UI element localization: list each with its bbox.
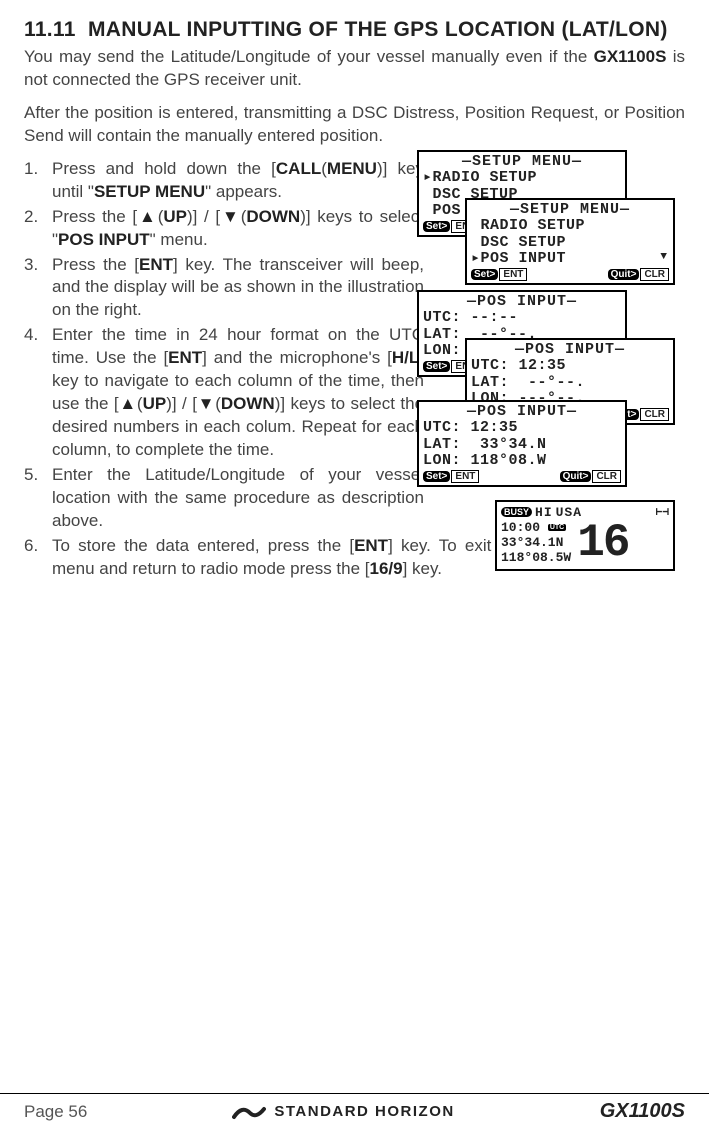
intro-paragraph-1: You may send the Latitude/Longitude of y… bbox=[24, 46, 685, 92]
longitude: 118°08.5W bbox=[501, 551, 571, 566]
latitude: 33°34.1N bbox=[501, 536, 571, 551]
step-text: Enter the Latitude/Longitude of your ves… bbox=[52, 464, 424, 533]
brand-name: STANDARD HORIZON bbox=[274, 1103, 454, 1120]
lcd-screens: —SETUP MENU— ▸RADIO SETUP DSC SETUP POS … bbox=[407, 150, 689, 580]
section-number: 11.11 bbox=[24, 18, 76, 41]
page-footer: Page 56 STANDARD HORIZON GX1100S bbox=[0, 1093, 709, 1139]
antenna-icon: ⊢⊣ bbox=[656, 505, 669, 519]
section-suffix: (LAT/LON) bbox=[562, 18, 668, 41]
step-text: Press the [ENT] key. The transceiver wil… bbox=[52, 254, 424, 323]
model-number: GX1100S bbox=[600, 1100, 685, 1123]
radio-main-display: BUSY HI USA ⊢⊣ 10:00 UTC 33°34.1N 118°08… bbox=[495, 500, 675, 571]
intro-paragraph-2: After the position is entered, transmitt… bbox=[24, 102, 685, 148]
utc-time: 10:00 bbox=[501, 520, 540, 535]
section-title: 11.11 MANUAL INPUTTING OF THE GPS LOCATI… bbox=[24, 18, 685, 42]
lcd-setup-menu-2: —SETUP MENU— RADIO SETUP DSC SETUP ▸POS … bbox=[465, 198, 675, 285]
brand: STANDARD HORIZON bbox=[232, 1103, 454, 1121]
brand-logo-icon bbox=[232, 1103, 266, 1121]
busy-badge: BUSY bbox=[501, 507, 532, 517]
step-text: Enter the time in 24 hour format on the … bbox=[52, 324, 424, 462]
channel-number: 16 bbox=[577, 520, 628, 566]
utc-badge: UTC bbox=[548, 524, 566, 531]
power-hi: HI bbox=[535, 505, 553, 520]
lcd-pos-input-filled: —POS INPUT— UTC: 12:35 LAT: 33°34.N LON:… bbox=[417, 400, 627, 487]
step-text: Press and hold down the [CALL(MENU)] key… bbox=[52, 158, 424, 204]
scroll-indicator-icon: ▼ bbox=[660, 251, 667, 263]
page-number: Page 56 bbox=[24, 1102, 87, 1122]
section-heading: MANUAL INPUTTING OF THE GPS LOCATION bbox=[88, 18, 555, 41]
step-text: Press the [▲(UP)] / [▼(DOWN)] keys to se… bbox=[52, 206, 424, 252]
